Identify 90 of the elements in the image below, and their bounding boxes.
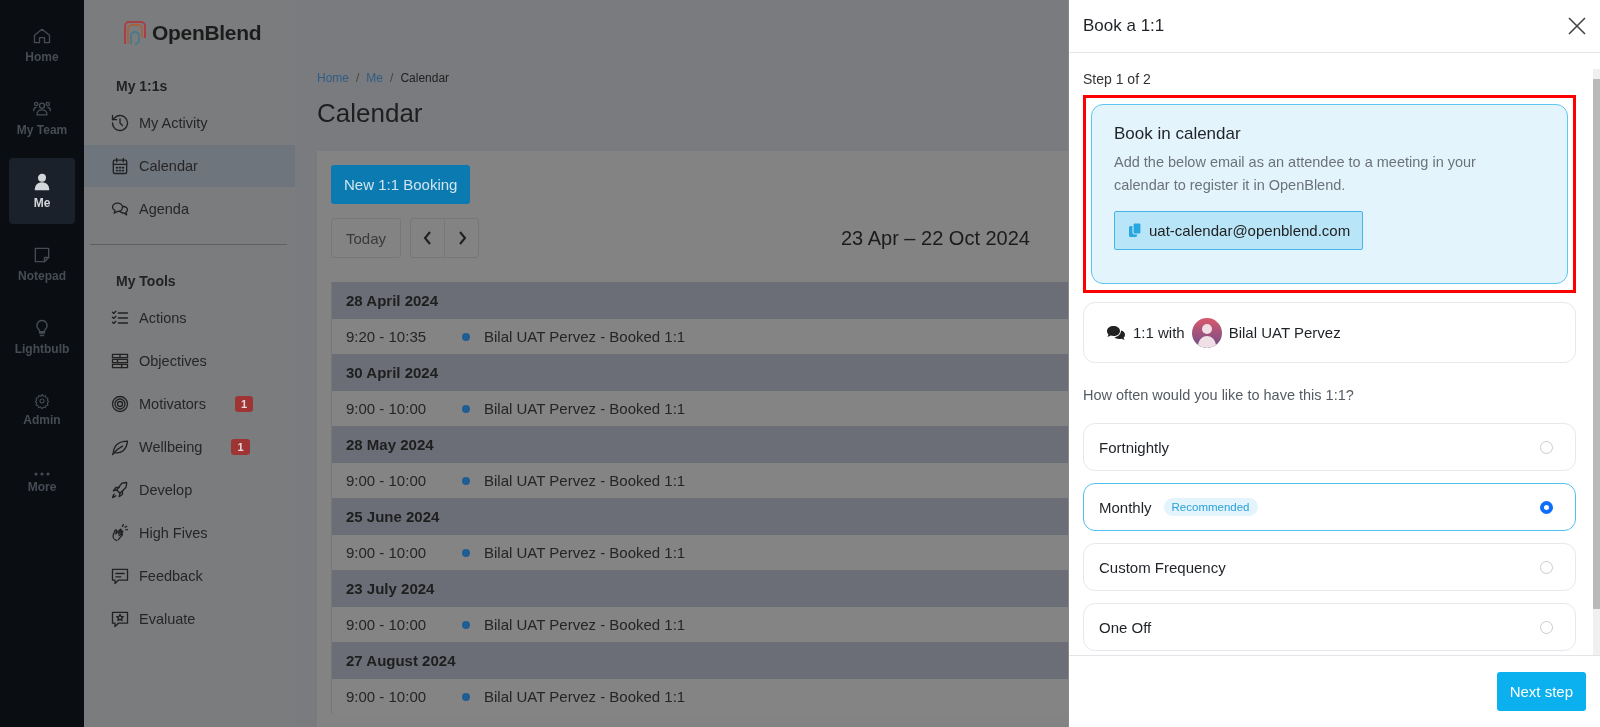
logo-icon [122, 20, 148, 46]
rail-item[interactable]: Admin [9, 377, 75, 443]
sidebar-item[interactable]: Evaluate [84, 598, 295, 640]
date-header: 25 June 2024 [332, 498, 1068, 535]
page-title: Calendar [317, 97, 424, 130]
card-text: Add the below email as an attendee to a meeting in your calendar to register it in OpenBlend. [1114, 153, 1477, 195]
sidebar-item[interactable]: Objectives [84, 340, 295, 382]
rail-item[interactable]: Me [9, 158, 75, 224]
logo-text: OpenBlend [152, 21, 262, 45]
drawer-title: Book a 1:1 [1083, 16, 1165, 36]
sidebar-item[interactable]: Develop [84, 469, 295, 511]
participant-name: Bilal UAT Pervez [1228, 324, 1341, 341]
person-icon [32, 172, 52, 192]
with-label: 1:1 with [1133, 324, 1185, 341]
close-icon[interactable] [1568, 17, 1586, 35]
event-time: 9:20 - 10:35 [346, 328, 428, 345]
event-dot [462, 404, 470, 413]
step-indicator: Step 1 of 2 [1083, 71, 1152, 89]
breadcrumb-separator: / [390, 71, 394, 85]
section-heading: My 1:1s [115, 77, 169, 96]
objectives-icon [110, 351, 130, 371]
rail-item[interactable]: Lightbulb [9, 304, 75, 370]
today-button[interactable]: Today [331, 218, 401, 258]
home-icon [32, 26, 52, 46]
event-title[interactable]: Bilal UAT Pervez - Booked 1:1 [484, 688, 686, 705]
radio-button[interactable] [1540, 500, 1553, 514]
date-header: 28 April 2024 [332, 282, 1068, 319]
breadcrumb-separator: / [356, 71, 360, 85]
team-icon [32, 99, 52, 119]
event-dot [462, 620, 470, 629]
sidebar-item[interactable]: Actions [84, 297, 295, 339]
frequency-option[interactable]: Monthly Recommended [1083, 483, 1576, 531]
rail-item[interactable]: Notepad [9, 231, 75, 297]
sidebar-item[interactable]: Feedback [84, 555, 295, 597]
rail-item[interactable]: More [9, 450, 75, 516]
chevron-left-icon [421, 230, 434, 246]
scrollbar[interactable] [1593, 69, 1600, 655]
copy-email-button[interactable]: uat-calendar@openblend.com [1114, 211, 1364, 250]
clapping-hands-icon [110, 523, 130, 543]
event-title[interactable]: Bilal UAT Pervez - Booked 1:1 [484, 616, 686, 633]
sidebar-item[interactable]: Wellbeing 1 [84, 426, 295, 468]
rail-item[interactable]: My Team [9, 85, 75, 151]
recommended-badge: Recommended [1163, 498, 1258, 516]
history-icon [110, 113, 130, 133]
card-title: Book in calendar [1114, 124, 1242, 144]
event-title[interactable]: Bilal UAT Pervez - Booked 1:1 [484, 400, 686, 417]
section-heading: My Tools [115, 272, 177, 291]
target-icon [110, 394, 130, 414]
frequency-option[interactable]: Custom Frequency [1083, 543, 1576, 591]
settings-icon [34, 393, 50, 409]
sidebar-item[interactable]: My Activity [84, 102, 295, 144]
sidebar-item[interactable]: High Fives [84, 512, 295, 554]
sidebar-item[interactable]: Calendar [84, 145, 295, 187]
event-time: 9:00 - 10:00 [346, 544, 428, 561]
event-time: 9:00 - 10:00 [346, 688, 428, 705]
event-dot [462, 692, 470, 701]
event-title[interactable]: Bilal UAT Pervez - Booked 1:1 [484, 544, 686, 561]
date-header: 23 July 2024 [332, 570, 1068, 607]
chat-bubbles-icon [1106, 324, 1126, 341]
date-range: 23 Apr – 22 Oct 2024 [840, 226, 1030, 250]
question-text: How often would you like to have this 1:1? [1083, 387, 1355, 405]
frequency-option[interactable]: Fortnightly [1083, 423, 1576, 471]
sidebar-item[interactable]: Agenda [84, 188, 295, 230]
date-header: 30 April 2024 [332, 354, 1068, 391]
new-booking-button[interactable]: New 1:1 Booking [331, 165, 471, 204]
more-icon [34, 472, 50, 476]
event-time: 9:00 - 10:00 [346, 400, 428, 417]
date-header: 27 August 2024 [332, 642, 1068, 679]
count-badge: 1 [231, 439, 250, 455]
copy-icon [1129, 223, 1142, 238]
avatar [1191, 317, 1222, 348]
next-step-button[interactable]: Next step [1496, 672, 1586, 711]
date-header: 28 May 2024 [332, 426, 1068, 463]
count-badge: 1 [234, 396, 253, 412]
rocket-icon [110, 480, 130, 500]
event-time: 9:00 - 10:00 [346, 616, 428, 633]
event-title[interactable]: Bilal UAT Pervez - Booked 1:1 [484, 328, 686, 345]
note-icon [32, 245, 52, 265]
frequency-option[interactable]: One Off [1083, 603, 1576, 651]
feedback-icon [110, 566, 130, 586]
event-title[interactable]: Bilal UAT Pervez - Booked 1:1 [484, 472, 686, 489]
sidebar-item[interactable]: Motivators 1 [84, 383, 295, 425]
breadcrumb-current: Calendar [400, 71, 450, 85]
rail-item[interactable]: Home [9, 12, 75, 78]
event-dot [462, 332, 470, 341]
event-dot [462, 476, 470, 485]
event-dot [462, 548, 470, 557]
star-chat-icon [110, 609, 130, 629]
event-time: 9:00 - 10:00 [346, 472, 428, 489]
calendar-icon [110, 156, 130, 176]
